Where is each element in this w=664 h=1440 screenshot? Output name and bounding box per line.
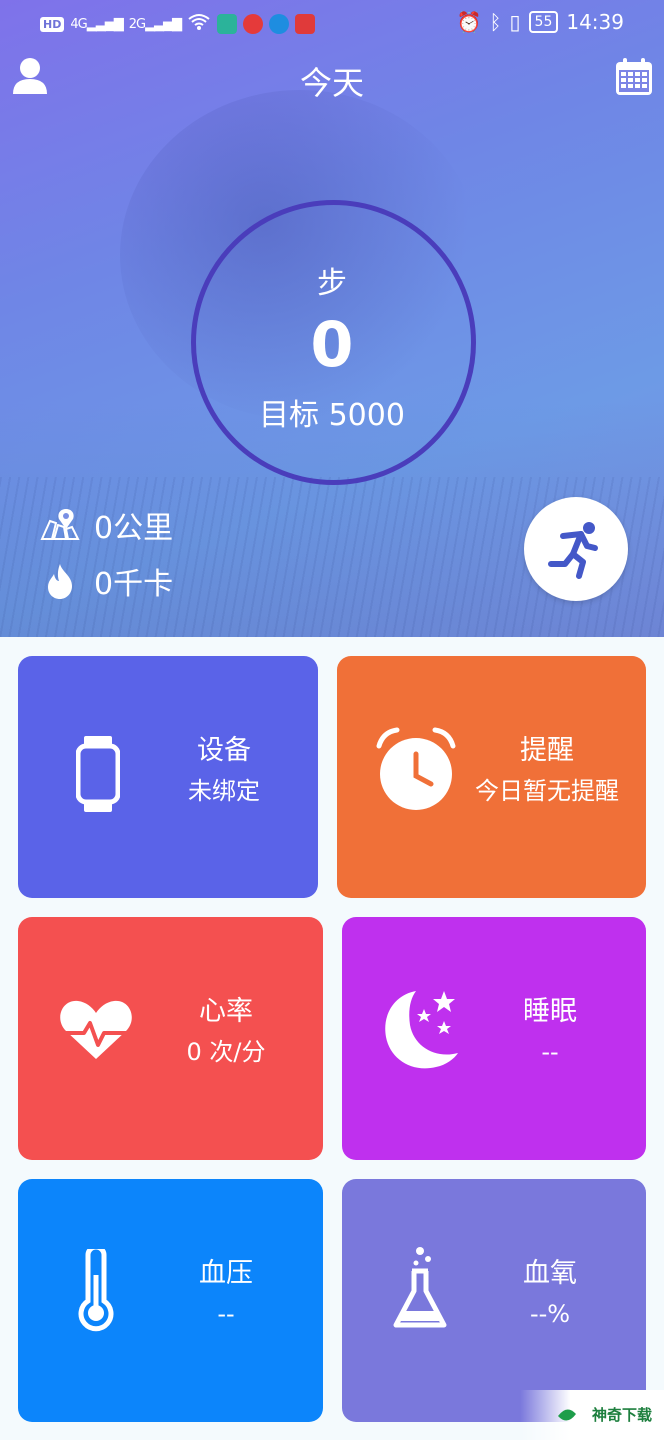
heart-rate-card-text: 心率 0 次/分 bbox=[168, 995, 284, 1069]
map-pin-icon bbox=[40, 509, 80, 540]
heart-pulse-icon bbox=[58, 997, 138, 1067]
distance-stat: 0公里 bbox=[40, 503, 173, 547]
alarm-clock-icon bbox=[373, 726, 459, 816]
reminder-card[interactable]: 提醒 今日暂无提醒 bbox=[337, 656, 646, 898]
device-title: 设备 bbox=[197, 735, 251, 766]
blood-pressure-title: 血压 bbox=[199, 1258, 253, 1289]
watch-icon bbox=[75, 736, 121, 816]
reminder-subtitle: 今日暂无提醒 bbox=[475, 777, 619, 805]
running-man-icon bbox=[548, 522, 598, 579]
blood-pressure-card[interactable]: 血压 -- bbox=[18, 1179, 323, 1422]
wifi-icon bbox=[187, 12, 211, 36]
calories-value: 0千卡 bbox=[94, 567, 174, 602]
heart-rate-card[interactable]: 心率 0 次/分 bbox=[18, 917, 323, 1160]
status-bar-right: ⏰ ᛒ ▯ 55 14:39 bbox=[457, 10, 624, 34]
battery-indicator: 55 bbox=[528, 11, 559, 33]
alarm-icon: ⏰ bbox=[456, 10, 482, 34]
watermark-text: 神奇下载 bbox=[591, 1406, 652, 1424]
signal-2g-icon: 2G▂▃▅▇ bbox=[128, 16, 182, 32]
browser-app-icon bbox=[269, 14, 290, 34]
blood-pressure-card-text: 血压 -- bbox=[168, 1257, 284, 1331]
reminder-card-text: 提醒 今日暂无提醒 bbox=[467, 734, 627, 808]
device-card-text: 设备 未绑定 bbox=[168, 734, 280, 808]
sleep-title: 睡眠 bbox=[523, 996, 577, 1027]
vibrate-icon: ▯ bbox=[509, 10, 521, 34]
heart-rate-title: 心率 bbox=[199, 996, 253, 1027]
signal-4g-icon: 4G▂▃▅▇ bbox=[70, 16, 123, 32]
distance-value: 0公里 bbox=[94, 511, 174, 546]
status-bar: HD 4G▂▃▅▇ 2G▂▃▅▇ ⏰ ᛒ ▯ 55 14:39 bbox=[0, 0, 664, 46]
blood-oxygen-subtitle: --% bbox=[529, 1300, 571, 1328]
blood-oxygen-card[interactable]: 血氧 --% bbox=[342, 1179, 646, 1422]
steps-count: 0 bbox=[310, 308, 354, 381]
calories-stat: 0千卡 bbox=[40, 559, 173, 603]
thermometer-icon bbox=[76, 1244, 116, 1337]
clock-time: 14:39 bbox=[566, 10, 624, 34]
sleep-subtitle: -- bbox=[541, 1038, 559, 1066]
heart-rate-subtitle: 0 次/分 bbox=[186, 1038, 266, 1066]
moon-stars-icon bbox=[380, 985, 464, 1079]
steps-goal: 目标 5000 bbox=[259, 398, 405, 433]
device-subtitle: 未绑定 bbox=[188, 777, 260, 805]
video-app-icon bbox=[295, 14, 316, 34]
flask-icon bbox=[390, 1245, 450, 1337]
flame-icon bbox=[48, 564, 72, 599]
reminder-title: 提醒 bbox=[520, 735, 574, 766]
blood-pressure-subtitle: -- bbox=[217, 1300, 235, 1328]
sleep-card-text: 睡眠 -- bbox=[492, 995, 608, 1069]
status-bar-left: HD 4G▂▃▅▇ 2G▂▃▅▇ bbox=[40, 12, 316, 36]
blood-oxygen-title: 血氧 bbox=[523, 1258, 577, 1289]
watermark-logo-icon bbox=[558, 1409, 576, 1421]
device-card[interactable]: 设备 未绑定 bbox=[18, 656, 318, 898]
app-notification-icon bbox=[217, 14, 238, 34]
signal-4g-label: 4G bbox=[70, 16, 87, 32]
hd-badge: HD bbox=[40, 16, 65, 32]
steps-unit-label: 步 bbox=[317, 266, 347, 301]
calendar-icon[interactable] bbox=[614, 57, 654, 97]
page-title: 今天 bbox=[299, 64, 364, 102]
bank-app-icon bbox=[243, 14, 264, 34]
signal-2g-label: 2G bbox=[128, 16, 146, 32]
bluetooth-icon: ᛒ bbox=[489, 10, 502, 34]
blood-oxygen-card-text: 血氧 --% bbox=[492, 1257, 608, 1331]
sleep-card[interactable]: 睡眠 -- bbox=[342, 917, 646, 1160]
start-run-button[interactable] bbox=[524, 497, 628, 601]
watermark: 神奇下载 bbox=[520, 1390, 664, 1440]
